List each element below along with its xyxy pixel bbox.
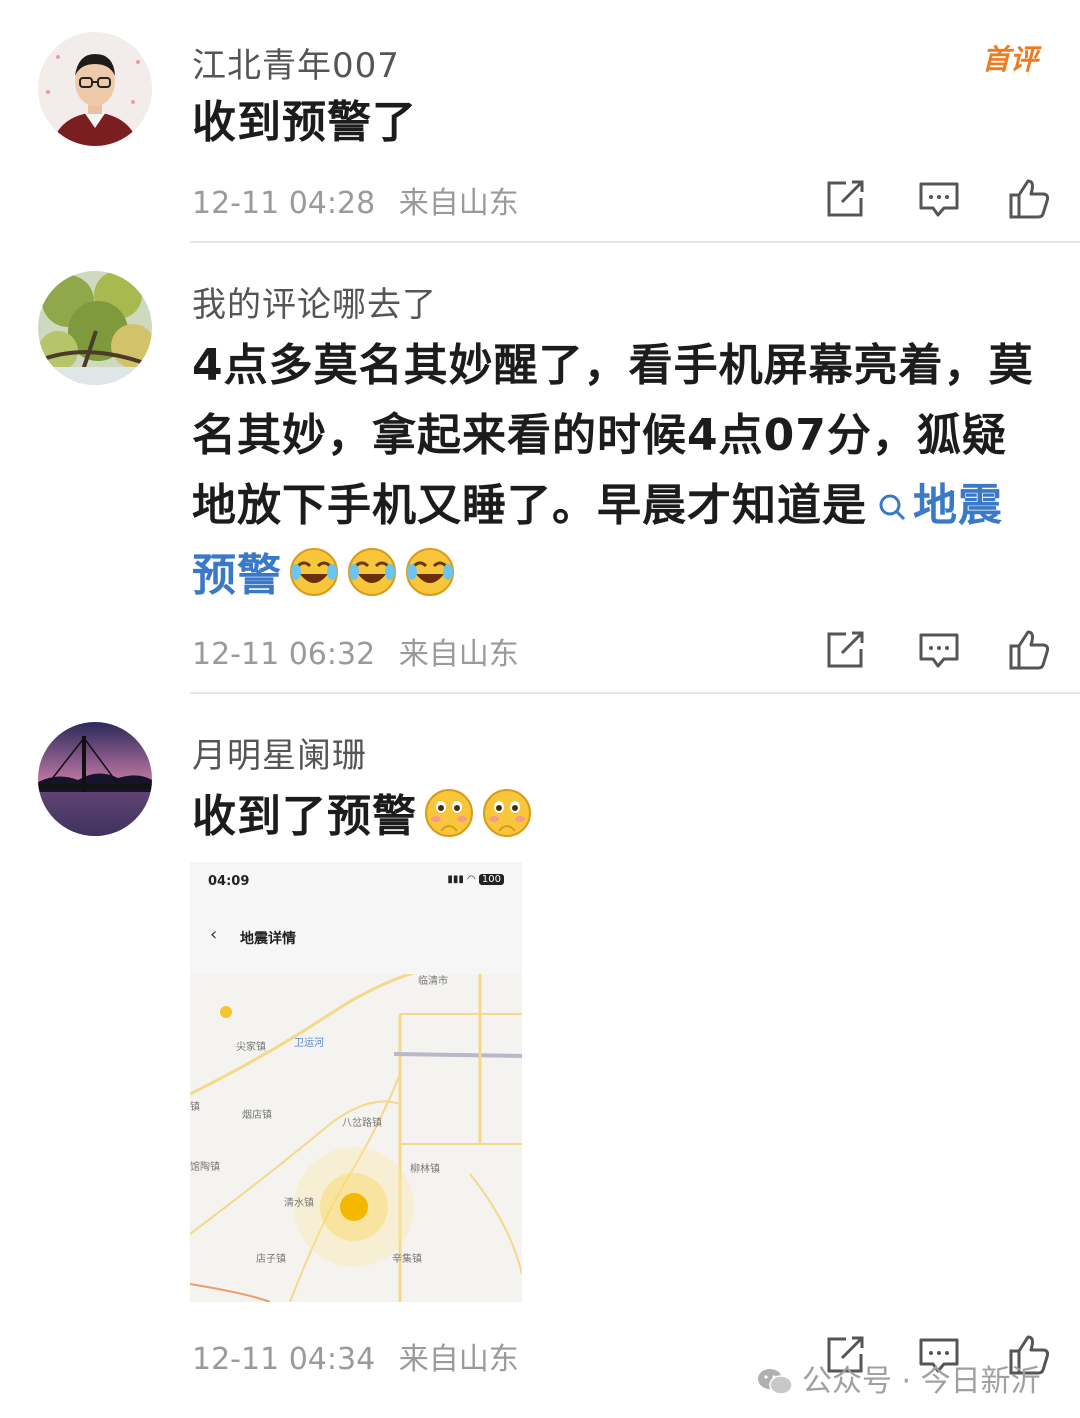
comment-icon[interactable] [914,625,964,675]
share-icon[interactable] [820,174,870,224]
watermark: 公众号 · 今日新沂 [756,1356,1041,1400]
comment-item: 我的评论哪去了 4点多莫名其妙醒了，看手机屏幕亮着，莫名其妙，拿起来看的时候4点… [0,243,1080,693]
avatar[interactable] [38,271,152,385]
shy-emoji [423,787,475,839]
comment-text: 收到预警了 [192,97,417,148]
map-label: 尖家镇 [236,1042,266,1053]
chevron-left-icon[interactable]: ‹ [210,924,217,945]
like-icon[interactable] [1004,174,1054,224]
map-label: 临清市 [418,976,448,987]
map-label: 馆陶镇 [190,1162,220,1173]
map-label: 店子镇 [256,1254,286,1265]
like-icon[interactable] [1004,625,1054,675]
watermark-text: 公众号 · 今日新沂 [802,1364,1041,1399]
status-battery: ▮▮▮ ◠ 100 [447,874,504,885]
comment-meta: 12-11 04:28 来自山东 [192,178,533,222]
map-label: 柳林镇 [410,1164,440,1175]
avatar[interactable] [38,32,152,146]
battery-level: 100 [478,874,504,885]
comment-actions [820,625,1060,675]
comment-item: 江北青年007 收到预警了 12-11 04:28 来自山东 [0,0,1080,242]
wechat-icon [756,1367,794,1397]
signal-icon: ▮▮▮ ◠ [447,874,479,885]
comment-text-body: 收到了预警 [192,791,417,842]
map-label: 辛集镇 [392,1254,422,1265]
shy-emoji [481,787,533,839]
laugh-cry-emoji [288,546,340,598]
share-icon[interactable] [820,625,870,675]
comment-text-body: 4点多莫名其妙醒了，看手机屏幕亮着，莫名其妙，拿起来看的时候4点07分，狐疑地放… [192,340,1034,531]
comment-time: 12-11 04:28 [192,186,376,221]
comment-actions [820,174,1060,224]
map-label: 卫运河 [294,1038,324,1049]
comment-meta: 12-11 04:34 来自山东 [192,1334,533,1378]
comment-text: 收到了预警 [192,782,533,852]
username[interactable]: 江北青年007 [192,38,400,87]
status-time: 04:09 [208,874,250,889]
laugh-cry-emoji [404,546,456,598]
map-label: 清水镇 [284,1198,314,1209]
comment-time: 12-11 06:32 [192,637,376,672]
comment-location: 来自山东 [398,637,519,672]
map-label: 烟店镇 [242,1110,272,1121]
earthquake-map: 临清市 尖家镇 卫运河 烟店镇 八岔路镇 馆陶镇 柳林镇 清水镇 店子镇 辛集镇… [190,974,522,1302]
map-label: 八岔路镇 [342,1118,382,1129]
screenshot-title: 地震详情 [240,931,296,947]
map-label: 镇 [190,1102,200,1113]
username[interactable]: 月明星阑珊 [192,728,367,777]
comment-location: 来自山东 [398,1342,519,1377]
comment-text: 4点多莫名其妙醒了，看手机屏幕亮着，莫名其妙，拿起来看的时候4点07分，狐疑地放… [192,331,1042,611]
laugh-cry-emoji [346,546,398,598]
comment-item: 月明星阑珊 收到了预警 12-11 04:34 来自山东 [0,694,1080,1418]
comment-time: 12-11 04:34 [192,1342,376,1377]
username[interactable]: 我的评论哪去了 [192,277,437,326]
comment-meta: 12-11 06:32 来自山东 [192,629,533,673]
attached-screenshot[interactable]: 04:09 ▮▮▮ ◠ 100 ‹ 地震详情 临清市 尖家镇 卫运河 烟店镇 八… [190,862,522,1302]
comment-icon[interactable] [914,174,964,224]
search-icon [877,473,907,521]
comment-location: 来自山东 [398,186,519,221]
avatar[interactable] [38,722,152,836]
